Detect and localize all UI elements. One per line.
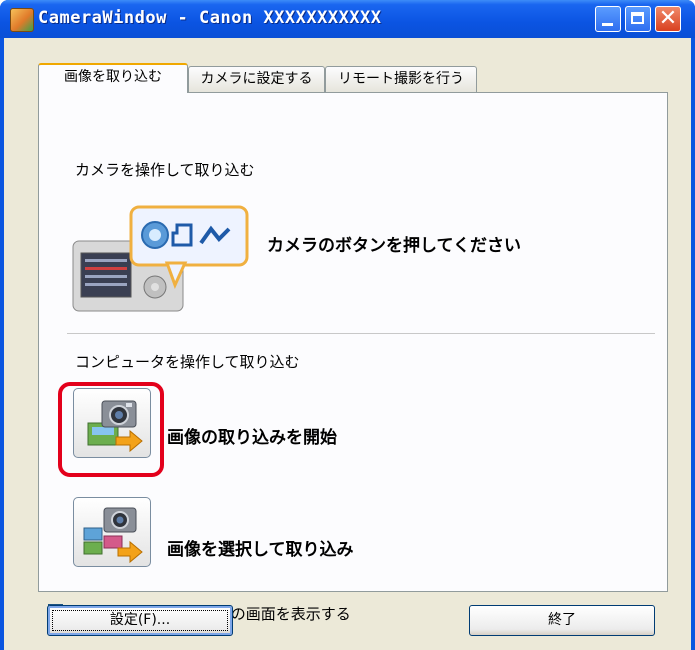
- start-import-button[interactable]: [73, 388, 151, 458]
- window-client-area: 画像を取り込む カメラに設定する リモート撮影を行う カメラを操作して取り込む: [4, 38, 691, 650]
- app-icon: [10, 8, 34, 32]
- settings-button[interactable]: 設定(F)...: [47, 605, 233, 636]
- tab-import-images[interactable]: 画像を取り込む: [38, 63, 188, 93]
- select-images-icon: [83, 507, 143, 564]
- camera-import-heading: カメラを操作して取り込む: [75, 161, 255, 179]
- press-camera-button-text: カメラのボタンを押してください: [267, 236, 521, 256]
- close-icon: ✕: [658, 6, 678, 31]
- tab-camera-settings[interactable]: カメラに設定する: [188, 66, 325, 92]
- tab-remote-shooting[interactable]: リモート撮影を行う: [325, 66, 477, 92]
- minimize-icon: [602, 23, 613, 26]
- maximize-icon: [631, 12, 644, 24]
- exit-button-label: 終了: [548, 612, 576, 628]
- title-bar[interactable]: CameraWindow - Canon XXXXXXXXXXX ✕: [0, 0, 695, 38]
- camera-window: CameraWindow - Canon XXXXXXXXXXX ✕ 画像を取り…: [0, 0, 695, 650]
- import-tab-panel: カメラを操作して取り込む カメラのボタンを押してください コンピュータを操作して…: [38, 92, 668, 592]
- select-import-button[interactable]: [73, 497, 151, 567]
- focus-ring: [52, 610, 228, 631]
- exit-button[interactable]: 終了: [469, 605, 655, 636]
- camera-operation-illustration: [72, 205, 249, 312]
- start-import-label: 画像の取り込みを開始: [167, 428, 337, 448]
- minimize-button[interactable]: [595, 6, 621, 32]
- select-import-label: 画像を選択して取り込み: [167, 540, 354, 560]
- window-title: CameraWindow - Canon XXXXXXXXXXX: [38, 8, 382, 28]
- maximize-button[interactable]: [625, 6, 651, 32]
- import-images-icon: [87, 400, 143, 453]
- close-button[interactable]: ✕: [655, 6, 681, 32]
- section-divider: [67, 333, 655, 334]
- computer-import-heading: コンピュータを操作して取り込む: [75, 353, 300, 371]
